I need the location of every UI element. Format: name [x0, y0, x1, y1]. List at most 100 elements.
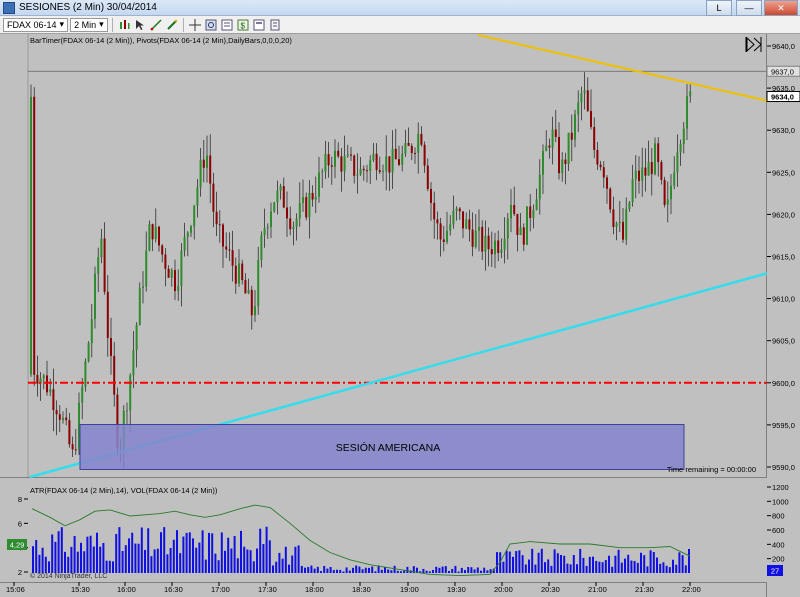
volume-bar	[150, 556, 153, 573]
chart-type-icon[interactable]	[117, 18, 131, 32]
zoom-icon[interactable]	[204, 18, 218, 32]
candle-up	[314, 196, 317, 200]
time-axis-label: 17:00	[211, 585, 230, 594]
candle-down	[350, 154, 352, 156]
restore-button[interactable]: L	[706, 0, 732, 16]
volume-bar	[579, 548, 582, 573]
volume-bar	[294, 546, 297, 573]
candle-down	[596, 149, 599, 165]
crosshair-icon[interactable]	[188, 18, 202, 32]
volume-bar	[550, 565, 553, 573]
volume-bar	[128, 538, 130, 573]
candle-down	[529, 206, 532, 219]
candle-up	[625, 209, 628, 240]
candle-up	[270, 211, 272, 227]
pen-icon[interactable]	[165, 18, 179, 32]
price-axis-label: 9595,0	[772, 421, 795, 430]
candle-up	[30, 96, 32, 375]
volume-bar	[601, 562, 604, 573]
time-axis-label: 18:00	[305, 585, 324, 594]
templates-icon[interactable]	[268, 18, 282, 32]
candle-up	[538, 174, 541, 200]
volume-bar	[358, 566, 361, 573]
volume-bar	[649, 550, 652, 573]
volume-bar	[176, 530, 178, 573]
candle-up	[138, 288, 141, 326]
volume-bar	[121, 550, 124, 573]
volume-bar	[240, 530, 242, 573]
close-label: ✕	[777, 2, 785, 13]
atr-current-value: 4,29	[10, 541, 25, 550]
volume-bar	[368, 567, 370, 573]
volume-bar	[108, 560, 111, 573]
interval-selector[interactable]: 2 Min ▾	[70, 17, 108, 32]
properties-icon[interactable]	[220, 18, 234, 32]
volume-bar	[636, 562, 639, 573]
candle-up	[647, 162, 650, 176]
candle-up	[292, 226, 295, 230]
candle-up	[503, 238, 506, 250]
candle-down	[407, 142, 410, 146]
volume-bar	[332, 569, 335, 573]
volume-bar	[480, 570, 482, 573]
chart-area[interactable]: BarTimer(FDAX 06-14 (2 Min)), Pivots(FDA…	[0, 34, 800, 597]
volume-bar	[102, 542, 105, 573]
candle-down	[394, 148, 397, 160]
volume-axis-label: 600	[772, 526, 785, 535]
candle-up	[129, 375, 132, 411]
candle-down	[46, 375, 48, 393]
candle-down	[244, 280, 247, 294]
volume-bar	[406, 566, 409, 573]
minimize-button[interactable]: —	[736, 0, 762, 16]
candle-up	[302, 197, 304, 203]
volume-bar	[329, 566, 332, 573]
volume-axis-label: 800	[772, 512, 785, 521]
strategy-icon[interactable]: $	[236, 18, 250, 32]
app-icon	[3, 1, 15, 14]
candle-up	[545, 145, 548, 152]
candle-down	[167, 268, 170, 278]
close-button[interactable]: ✕	[764, 0, 798, 16]
volume-bar	[438, 567, 441, 573]
candle-up	[97, 257, 100, 274]
volume-bar	[48, 561, 50, 573]
candle-up	[100, 238, 103, 258]
volume-bar	[361, 569, 364, 573]
candle-up	[615, 223, 618, 228]
volume-bar	[188, 532, 191, 573]
last-price-label: 9634,0	[771, 93, 794, 102]
volume-bar	[326, 568, 329, 573]
volume-bar	[518, 550, 521, 573]
candle-down	[218, 224, 221, 226]
price-chart[interactable]: BarTimer(FDAX 06-14 (2 Min)), Pivots(FDA…	[0, 34, 800, 597]
volume-bar	[262, 544, 265, 573]
volume-bar	[192, 538, 194, 573]
time-axis-label: 17:30	[258, 585, 277, 594]
volume-bar	[227, 537, 230, 573]
candle-up	[583, 90, 586, 94]
candle-up	[49, 389, 52, 393]
session-box[interactable]: SESIÓN AMERICANA	[79, 424, 685, 470]
volume-bar	[524, 564, 527, 573]
volume-bar	[44, 556, 47, 573]
candle-up	[372, 153, 375, 160]
draw-line-icon[interactable]	[149, 18, 163, 32]
data-box-icon[interactable]	[252, 18, 266, 32]
volume-bar	[374, 571, 377, 573]
price-axis-label: 9630,0	[772, 126, 795, 135]
candle-up	[535, 199, 538, 210]
volume-bar	[268, 540, 271, 573]
instrument-selector[interactable]: FDAX 06-14 ▾	[3, 17, 69, 32]
candle-down	[311, 192, 314, 200]
candle-down	[362, 168, 365, 171]
volume-bar	[35, 539, 38, 573]
candle-up	[689, 91, 692, 97]
time-axis-label: 19:30	[447, 585, 466, 594]
candle-down	[622, 221, 624, 240]
volume-bar	[297, 545, 300, 573]
candle-up	[417, 133, 420, 153]
pointer-icon[interactable]	[133, 18, 147, 32]
volume-bar	[364, 567, 367, 573]
candle-down	[103, 238, 106, 292]
candle-down	[516, 213, 519, 235]
